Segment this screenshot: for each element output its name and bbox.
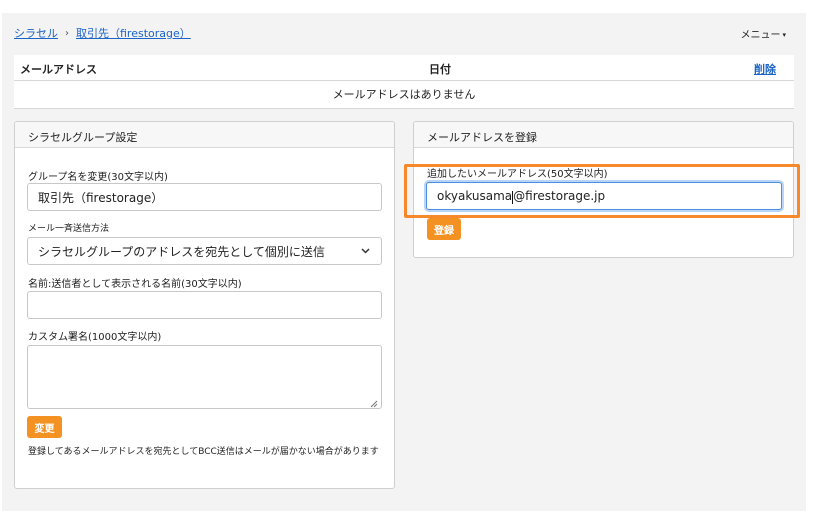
register-button[interactable]: 登録	[427, 218, 461, 240]
group-settings-card: シラセルグループ設定 グループ名を変更(30文字以内) 取引先（firestor…	[14, 121, 395, 489]
register-email-card: メールアドレスを登録 追加したいメールアドレス(50文字以内) okyakusa…	[413, 121, 794, 258]
menu-dropdown[interactable]: メニュー ▾	[740, 26, 786, 41]
send-method-label: メール一斉送信方法	[28, 224, 110, 234]
send-method-value: シラセルグループのアドレスを宛先として個別に送信	[38, 244, 325, 259]
sender-name-input[interactable]	[27, 291, 382, 319]
change-button[interactable]: 変更	[27, 416, 62, 438]
add-email-input[interactable]: okyakusama @firestorage.jp	[426, 182, 782, 210]
group-name-label: グループ名を変更(30文字以内)	[28, 172, 168, 183]
column-header-date: 日付	[429, 63, 451, 76]
signature-label: カスタム署名(1000文字以内)	[28, 332, 162, 343]
group-settings-title: シラセルグループ設定	[15, 122, 394, 148]
caret-down-icon: ▾	[782, 31, 786, 39]
register-email-title: メールアドレスを登録	[414, 122, 793, 148]
add-email-value-before-cursor: okyakusama	[437, 189, 513, 203]
breadcrumb-root-link[interactable]: シラセル	[14, 25, 58, 41]
add-email-label: 追加したいメールアドレス(50文字以内)	[427, 169, 608, 180]
text-cursor	[512, 190, 514, 204]
page-container: シラセル › 取引先（firestorage） メニュー ▾ メールアドレス 日付…	[2, 13, 806, 511]
group-name-input[interactable]: 取引先（firestorage）	[27, 183, 382, 211]
sender-name-label: 名前:送信者として表示される名前(30文字以内)	[28, 279, 242, 290]
column-header-email: メールアドレス	[20, 63, 97, 76]
menu-label: メニュー	[740, 30, 781, 41]
resize-handle-icon[interactable]	[370, 397, 378, 408]
table-header-row: メールアドレス 日付 削除	[14, 55, 794, 81]
chevron-down-icon	[360, 245, 371, 259]
column-header-delete-link[interactable]: 削除	[754, 61, 776, 77]
signature-textarea[interactable]	[27, 345, 382, 409]
breadcrumb-current-link[interactable]: 取引先（firestorage）	[76, 25, 191, 41]
bcc-warning-note: 登録してあるメールアドレスを宛先としてBCC送信はメールが届かない場合があります	[28, 447, 379, 457]
top-bar: シラセル › 取引先（firestorage） メニュー ▾	[14, 23, 806, 43]
empty-table-message: メールアドレスはありません	[14, 81, 794, 109]
add-email-value-after-cursor: @firestorage.jp	[513, 189, 606, 203]
breadcrumb: シラセル › 取引先（firestorage）	[14, 25, 191, 41]
send-method-select[interactable]: シラセルグループのアドレスを宛先として個別に送信	[27, 237, 382, 265]
breadcrumb-separator-icon: ›	[65, 27, 69, 39]
group-name-value: 取引先（firestorage）	[38, 190, 164, 205]
email-table: メールアドレス 日付 削除 メールアドレスはありません	[14, 55, 794, 109]
